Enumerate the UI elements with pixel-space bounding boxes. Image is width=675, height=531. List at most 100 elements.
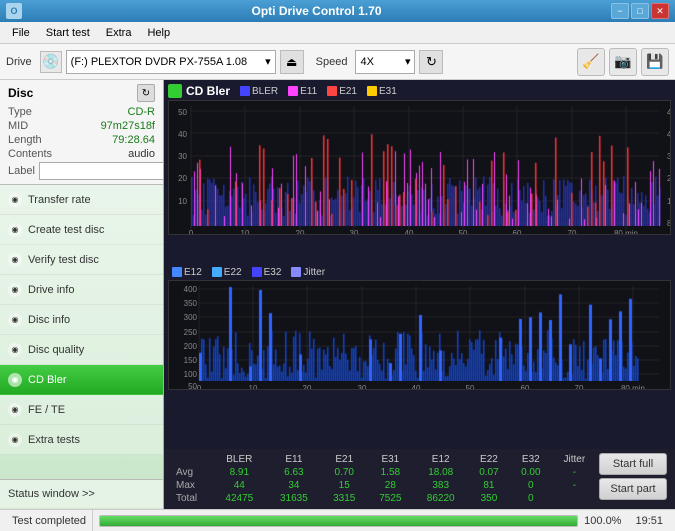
drive-dropdown[interactable]: (F:) PLEXTOR DVDR PX-755A 1.08 ▾ xyxy=(66,50,276,74)
nav-icon-disc-info: ◉ xyxy=(8,313,22,327)
nav-label-fe-te: FE / TE xyxy=(28,404,65,416)
svg-text:32X: 32X xyxy=(667,152,670,161)
col-header-jitter: Jitter xyxy=(552,453,597,466)
save-button[interactable]: 💾 xyxy=(641,48,669,76)
jitter-color xyxy=(291,267,301,277)
eraser-button[interactable]: 🧹 xyxy=(577,48,605,76)
svg-text:80 min: 80 min xyxy=(614,229,638,235)
nav-label-cd-bler: CD Bler xyxy=(28,374,67,386)
svg-text:24X: 24X xyxy=(667,174,670,183)
nav-icon-extra-tests: ◉ xyxy=(8,433,22,447)
chevron-down-icon: ▾ xyxy=(405,55,411,68)
length-value: 79:28.64 xyxy=(112,134,155,146)
nav-label-disc-info: Disc info xyxy=(28,314,70,326)
nav-icon-create-test-disc: ◉ xyxy=(8,223,22,237)
stats-cell: 383 xyxy=(413,479,468,492)
menu-help[interactable]: Help xyxy=(139,25,178,41)
svg-text:48X: 48X xyxy=(667,108,670,117)
svg-text:350: 350 xyxy=(184,299,198,308)
speed-dropdown[interactable]: 4X ▾ xyxy=(355,50,415,74)
col-header-e11: E11 xyxy=(267,453,322,466)
nav-label-disc-quality: Disc quality xyxy=(28,344,84,356)
chart1-title-text: CD Bler xyxy=(186,84,230,98)
svg-text:50: 50 xyxy=(459,229,468,235)
nav-item-cd-bler[interactable]: ◉CD Bler xyxy=(0,365,163,395)
stats-cell: 28 xyxy=(367,479,413,492)
nav-item-verify-test-disc[interactable]: ◉Verify test disc xyxy=(0,245,163,275)
progress-section: 100.0% 19:51 xyxy=(93,510,669,531)
stats-cell: 86220 xyxy=(413,492,468,505)
svg-text:60: 60 xyxy=(521,384,530,390)
drive-icon: 💿 xyxy=(40,51,62,73)
start-part-button[interactable]: Start part xyxy=(599,478,667,500)
status-message-section: Test completed xyxy=(6,510,93,531)
bler-color xyxy=(240,86,250,96)
time-display: 19:51 xyxy=(635,515,663,527)
status-window-button[interactable]: Status window >> xyxy=(0,479,163,509)
menu-file[interactable]: File xyxy=(4,25,38,41)
legend-e11: E11 xyxy=(288,86,317,97)
svg-text:30: 30 xyxy=(350,229,359,235)
menu-start-test[interactable]: Start test xyxy=(38,25,98,41)
svg-text:20: 20 xyxy=(296,229,305,235)
stats-cell: 42475 xyxy=(212,492,267,505)
chart1-icon xyxy=(168,84,182,98)
refresh-button[interactable]: ↻ xyxy=(419,50,443,74)
svg-text:50: 50 xyxy=(178,108,187,117)
nav-icon-drive-info: ◉ xyxy=(8,283,22,297)
speed-label: Speed xyxy=(316,56,348,68)
legend-bler: BLER xyxy=(240,86,278,97)
stats-row-label: Avg xyxy=(172,466,212,479)
legend2-e22: E22 xyxy=(212,267,242,278)
content-area: CD Bler BLER E11 E21 xyxy=(164,80,675,509)
bler-label: BLER xyxy=(252,86,278,97)
stats-cell: 15 xyxy=(321,479,367,492)
legend2-e12: E12 xyxy=(172,267,202,278)
stats-cell: - xyxy=(552,479,597,492)
stats-cell: 350 xyxy=(468,492,510,505)
svg-text:250: 250 xyxy=(184,328,198,337)
e21-label: E21 xyxy=(339,86,357,97)
charts-wrapper: CD Bler BLER E11 E21 xyxy=(164,80,675,449)
label-label: Label xyxy=(8,165,35,177)
nav-item-transfer-rate[interactable]: ◉Transfer rate xyxy=(0,185,163,215)
stats-section: BLER E11 E21 E31 E12 E22 E32 Jitter Avg8… xyxy=(164,449,675,509)
e22-label: E22 xyxy=(224,267,242,278)
start-full-button[interactable]: Start full xyxy=(599,453,667,475)
stats-cell: 0.00 xyxy=(510,466,552,479)
maximize-button[interactable]: □ xyxy=(631,3,649,19)
menu-extra[interactable]: Extra xyxy=(98,25,140,41)
nav-item-disc-info[interactable]: ◉ Disc info xyxy=(0,305,163,335)
svg-text:20: 20 xyxy=(303,384,312,390)
status-bar: Test completed 100.0% 19:51 xyxy=(0,509,675,531)
nav-item-create-test-disc[interactable]: ◉Create test disc xyxy=(0,215,163,245)
stats-row-label: Max xyxy=(172,479,212,492)
nav-item-fe-te[interactable]: ◉FE / TE xyxy=(0,395,163,425)
label-input[interactable] xyxy=(39,162,164,180)
col-header-bler: BLER xyxy=(212,453,267,466)
app-icon: O xyxy=(6,3,22,19)
svg-text:0: 0 xyxy=(197,384,202,390)
camera-button[interactable]: 📷 xyxy=(609,48,637,76)
toolbar: Drive 💿 (F:) PLEXTOR DVDR PX-755A 1.08 ▾… xyxy=(0,44,675,80)
nav-item-drive-info[interactable]: ◉Drive info xyxy=(0,275,163,305)
nav-item-disc-quality[interactable]: ◉Disc quality xyxy=(0,335,163,365)
stats-cell: 0 xyxy=(510,479,552,492)
e32-label: E32 xyxy=(264,267,282,278)
nav-item-extra-tests[interactable]: ◉Extra tests xyxy=(0,425,163,455)
disc-refresh-button[interactable]: ↻ xyxy=(137,84,155,102)
stats-row-max: Max44341528383810- xyxy=(172,479,667,492)
nav-list: ◉Transfer rate◉Create test disc◉Verify t… xyxy=(0,185,163,455)
svg-text:10: 10 xyxy=(249,384,258,390)
drive-select: 💿 (F:) PLEXTOR DVDR PX-755A 1.08 ▾ xyxy=(40,50,276,74)
type-value: CD-R xyxy=(128,106,156,118)
progress-bar xyxy=(99,515,578,527)
length-label: Length xyxy=(8,134,42,146)
title-bar: O Opti Drive Control 1.70 − □ ✕ xyxy=(0,0,675,22)
legend2-e32: E32 xyxy=(252,267,282,278)
progress-bar-fill xyxy=(100,516,577,526)
close-button[interactable]: ✕ xyxy=(651,3,669,19)
eject-button[interactable]: ⏏ xyxy=(280,50,304,74)
svg-text:200: 200 xyxy=(184,342,198,351)
minimize-button[interactable]: − xyxy=(611,3,629,19)
